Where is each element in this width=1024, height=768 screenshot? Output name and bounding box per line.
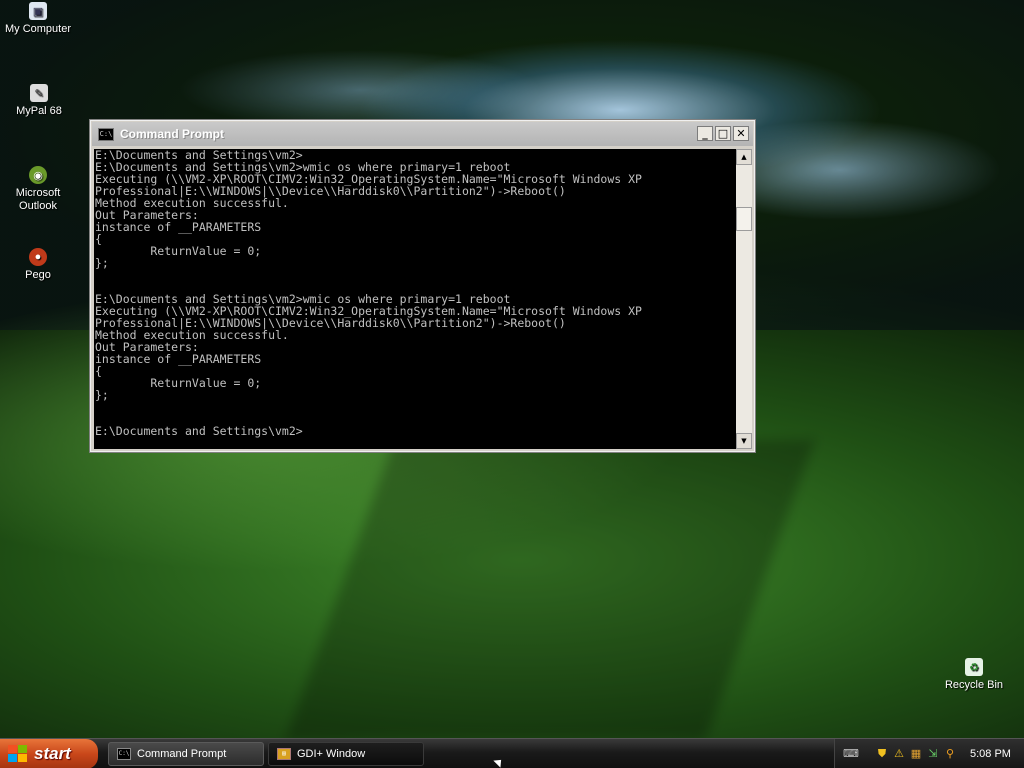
warning-icon[interactable]: ⚠ <box>892 747 906 761</box>
desktop-icon-label: Recycle Bin <box>944 679 1004 691</box>
console-line: instance of __PARAMETERS <box>95 220 262 234</box>
command-prompt-window[interactable]: C:\ Command Prompt _ □ ✕ E:\Documents an… <box>89 119 756 453</box>
console-line: ReturnValue = 0; <box>95 376 262 390</box>
console-line: ReturnValue = 0; <box>95 244 262 258</box>
desktop-icon-outlook[interactable]: ◉ Microsoft Outlook <box>0 166 78 213</box>
console-line: }; <box>95 388 109 402</box>
mypal-icon: ✎ <box>30 84 48 102</box>
console-output[interactable]: E:\Documents and Settings\vm2> E:\Documen… <box>94 149 736 449</box>
shield-icon[interactable]: ⛊ <box>875 747 889 761</box>
desktop-icon-mypal[interactable]: ✎ MyPal 68 <box>0 84 79 118</box>
taskbar-item-gdi-window[interactable]: ▤ GDI+ Window <box>268 742 424 766</box>
close-button[interactable]: ✕ <box>733 126 749 141</box>
desktop-icon-label: Microsoft Outlook <box>15 187 61 212</box>
maximize-button[interactable]: □ <box>715 126 731 141</box>
console-line: }; <box>95 256 109 270</box>
desktop-icon-label: My Computer <box>4 23 72 35</box>
taskbar-item-label: Command Prompt <box>137 748 227 760</box>
system-tray: ⌨ ⛊ ⚠ ▦ ⇲ ⚲ 5:08 PM <box>834 739 1024 768</box>
scroll-up-button[interactable]: ▲ <box>736 149 752 165</box>
scroll-down-button[interactable]: ▼ <box>736 433 752 449</box>
command-prompt-icon: C:\ <box>98 127 114 141</box>
start-label: start <box>34 744 71 763</box>
window-titlebar[interactable]: C:\ Command Prompt _ □ ✕ <box>92 122 753 146</box>
minimize-button[interactable]: _ <box>697 126 713 141</box>
outlook-icon: ◉ <box>29 166 47 184</box>
console-line: instance of __PARAMETERS <box>95 352 262 366</box>
start-button[interactable]: start <box>0 739 98 768</box>
console-line: E:\Documents and Settings\vm2> <box>95 424 303 438</box>
taskbar-item-command-prompt[interactable]: C:\ Command Prompt <box>108 742 264 766</box>
window-title: Command Prompt <box>120 127 225 141</box>
desktop-icon-my-computer[interactable]: ▣ My Computer <box>0 2 78 36</box>
desktop-icon-recycle-bin[interactable]: ♻ Recycle Bin <box>934 658 1014 692</box>
keyboard-icon[interactable]: ⌨ <box>843 747 859 761</box>
window-controls: _ □ ✕ <box>697 126 749 141</box>
desktop-icon-label: MyPal 68 <box>16 105 62 117</box>
recycle-bin-icon: ♻ <box>965 658 983 676</box>
desktop-icon-label: Pego <box>25 269 51 281</box>
taskbar-item-label: GDI+ Window <box>297 748 366 760</box>
network-icon[interactable]: ▦ <box>909 747 923 761</box>
computer-icon: ▣ <box>29 2 47 20</box>
clock: 5:08 PM <box>970 748 1011 760</box>
taskbar: start C:\ Command Prompt ▤ GDI+ Window ⌨… <box>0 738 1024 768</box>
windows-flag-icon <box>8 745 28 763</box>
search-icon[interactable]: ⚲ <box>943 747 957 761</box>
pego-icon: ● <box>29 248 47 266</box>
desktop-icon-pego[interactable]: ● Pego <box>0 248 78 282</box>
scroll-thumb[interactable] <box>736 207 752 231</box>
safely-remove-icon[interactable]: ⇲ <box>926 747 940 761</box>
gdi-window-icon: ▤ <box>277 748 291 760</box>
command-prompt-icon: C:\ <box>117 748 131 760</box>
vertical-scrollbar[interactable]: ▲ ▼ <box>736 149 752 449</box>
